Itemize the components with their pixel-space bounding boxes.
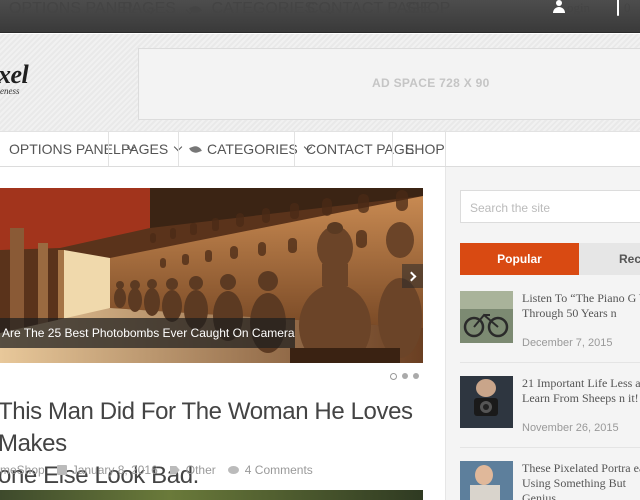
slider-dot[interactable] bbox=[390, 372, 397, 380]
main-nav-categories-label: CATEGORIES bbox=[207, 141, 298, 157]
main-nav-shop[interactable]: SHOP bbox=[405, 131, 445, 167]
main-nav-contact-page[interactable]: CONTACT PAGE bbox=[306, 131, 414, 167]
slider-next-button[interactable] bbox=[402, 264, 423, 288]
tab-recent-label: Rec bbox=[619, 252, 640, 266]
slider-caption-text: Are The 25 Best Photobombs Ever Caught O… bbox=[2, 326, 295, 340]
main-nav-divider bbox=[178, 132, 179, 166]
slider-pagination bbox=[390, 372, 419, 380]
post-title[interactable]: Listen To “The Piano G You Through 50 Ye… bbox=[522, 291, 640, 321]
article-author[interactable]: meShop bbox=[0, 463, 45, 477]
article-comments[interactable]: 4 Comments bbox=[227, 463, 313, 477]
tab-recent[interactable]: Rec bbox=[579, 243, 640, 275]
main-nav-options-panel-label: OPTIONS PANEL bbox=[9, 141, 121, 157]
main-nav-divider bbox=[445, 132, 446, 166]
comment-icon bbox=[227, 466, 239, 474]
post-thumbnail[interactable] bbox=[460, 376, 513, 428]
top-nav-shop[interactable]: SHOP bbox=[405, 0, 450, 18]
main-nav-divider bbox=[108, 132, 109, 166]
post-title[interactable]: 21 Important Life Less an Learn From She… bbox=[522, 376, 640, 406]
tab-popular-label: Popular bbox=[497, 252, 542, 266]
post-date: December 7, 2015 bbox=[522, 337, 613, 349]
main-nav-divider bbox=[392, 132, 393, 166]
ad-banner-label: AD SPACE 728 X 90 bbox=[372, 76, 490, 90]
sidebar-search-input[interactable]: Search the site bbox=[460, 190, 640, 223]
sidebar-post[interactable]: These Pixelated Portra eated Using Somet… bbox=[460, 461, 640, 500]
top-nav-pages[interactable]: PAGES bbox=[122, 0, 195, 18]
post-divider bbox=[460, 362, 640, 363]
post-date: November 26, 2015 bbox=[522, 422, 619, 434]
sidebar-post[interactable]: Listen To “The Piano G You Through 50 Ye… bbox=[460, 291, 640, 351]
slider-caption[interactable]: Are The 25 Best Photobombs Ever Caught O… bbox=[0, 318, 295, 348]
top-nav-pages-label: PAGES bbox=[122, 0, 176, 17]
article-comments-text: 4 Comments bbox=[244, 463, 313, 477]
main-nav-categories[interactable]: CATEGORIES bbox=[189, 131, 313, 167]
sidebar-post[interactable]: 21 Important Life Less an Learn From She… bbox=[460, 376, 640, 436]
main-nav-pages-label: PAGES bbox=[121, 141, 169, 157]
article-title[interactable]: This Man Did For The Woman He Loves Make… bbox=[0, 396, 438, 492]
post-thumbnail[interactable] bbox=[460, 461, 513, 500]
cart-count: 0 bbox=[624, 0, 631, 15]
article-meta: meShop January 8, 2016 Other 4 Comments bbox=[0, 463, 325, 477]
tab-popular[interactable]: Popular bbox=[460, 243, 579, 275]
cart-icon bbox=[617, 0, 619, 16]
post-title[interactable]: These Pixelated Portra eated Using Somet… bbox=[522, 461, 640, 500]
chevron-right-icon bbox=[406, 271, 416, 281]
tag-icon bbox=[169, 465, 180, 475]
article-category[interactable]: Other bbox=[169, 463, 216, 477]
main-nav-contact-page-label: CONTACT PAGE bbox=[306, 141, 415, 157]
leaf-icon bbox=[189, 143, 202, 155]
search-placeholder: Search the site bbox=[470, 201, 551, 215]
site-tagline: eness bbox=[0, 86, 20, 96]
article-date-text: January 8, 2016 bbox=[71, 463, 158, 477]
main-nav-divider bbox=[294, 132, 295, 166]
article-category-text: Other bbox=[185, 463, 216, 477]
slider-dot[interactable] bbox=[413, 373, 419, 379]
next-article-image[interactable] bbox=[0, 490, 423, 500]
top-nav-categories-label: CATEGORIES bbox=[211, 0, 316, 17]
cart-link[interactable]: 0 bbox=[617, 0, 631, 16]
main-nav-options-panel[interactable]: OPTIONS PANEL bbox=[9, 131, 136, 167]
login-link[interactable]: Login bbox=[553, 0, 590, 16]
article-date: January 8, 2016 bbox=[56, 463, 158, 477]
top-nav-shop-label: SHOP bbox=[405, 0, 451, 17]
post-thumbnail[interactable] bbox=[460, 291, 513, 343]
slider-dot[interactable] bbox=[402, 373, 408, 379]
post-divider bbox=[460, 447, 640, 448]
calendar-icon bbox=[56, 465, 67, 475]
article-title-line: This Man Did For The Woman He Loves Make… bbox=[0, 398, 413, 457]
main-nav-pages[interactable]: PAGES bbox=[121, 131, 183, 167]
top-nav-options-panel-label: OPTIONS PANEL bbox=[9, 0, 137, 17]
leaf-icon bbox=[189, 4, 202, 15]
main-nav-shop-label: SHOP bbox=[405, 141, 445, 157]
